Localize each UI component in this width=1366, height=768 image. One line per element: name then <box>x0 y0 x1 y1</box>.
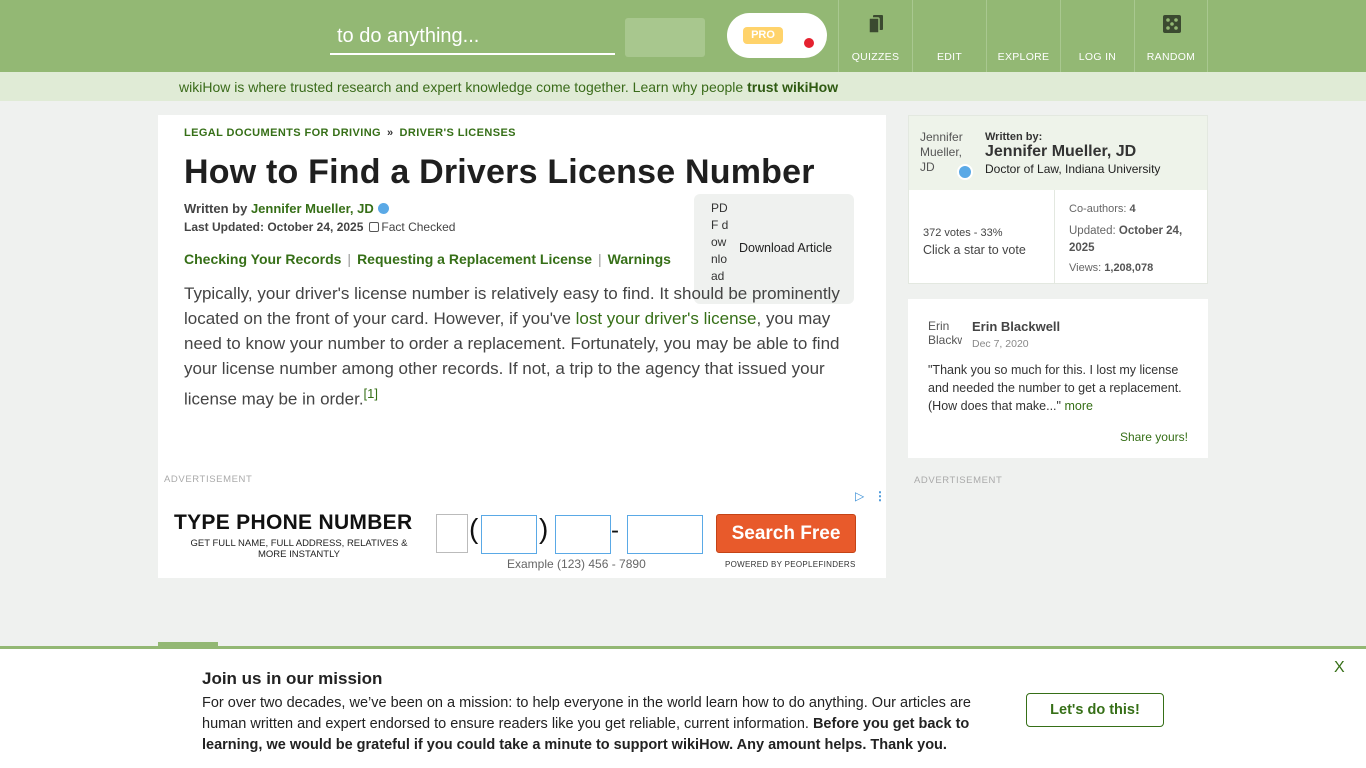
quizzes-icon <box>868 15 883 34</box>
close-banner-button[interactable]: X <box>1334 659 1345 677</box>
byline: Written by Jennifer Mueller, JD <box>184 201 389 216</box>
verified-icon <box>957 164 973 180</box>
article-card: LEGAL DOCUMENTS FOR DRIVING» DRIVER'S LIC… <box>158 115 886 578</box>
nav-label: RANDOM <box>1146 51 1196 63</box>
ad-close-paren: ) <box>539 513 549 544</box>
ad-subtext: GET FULL NAME, FULL ADDRESS, RELATIVES &… <box>190 538 408 560</box>
ad-powered-by: POWERED BY PEOPLEFINDERS <box>725 560 856 569</box>
author-name[interactable]: Jennifer Mueller, JD <box>985 143 1136 161</box>
toc-link[interactable]: Requesting a Replacement License <box>357 251 592 267</box>
author-credential: Doctor of Law, Indiana University <box>985 162 1161 176</box>
nav-label: LOG IN <box>1078 51 1117 63</box>
toc-link[interactable]: Warnings <box>608 251 671 267</box>
search-free-button[interactable]: Search Free <box>716 514 856 553</box>
vote-count: 372 votes - 33% <box>923 227 1003 239</box>
fact-checked[interactable]: Fact Checked <box>381 220 455 234</box>
verified-icon <box>377 203 389 214</box>
reference-link[interactable]: [1] <box>364 386 378 401</box>
table-of-contents: Checking Your Records | Requesting a Repla… <box>184 251 671 267</box>
review-date: Dec 7, 2020 <box>972 338 1029 350</box>
area-code-input[interactable] <box>481 515 537 554</box>
intro-paragraph: Typically, your driver's license number … <box>184 284 840 409</box>
breadcrumb: LEGAL DOCUMENTS FOR DRIVING» DRIVER'S LIC… <box>184 127 516 139</box>
download-label: Download Article <box>739 241 833 255</box>
ad-label: ADVERTISEMENT <box>914 475 1003 486</box>
mission-body: For over two decades, we’ve been on a mi… <box>202 695 971 753</box>
notification-dot <box>804 38 814 48</box>
search-input[interactable] <box>330 20 615 55</box>
ad-dash: - <box>611 517 619 544</box>
site-header: PRO QUIZZES EDIT EXPLORE LOG IN RANDOM <box>0 0 1366 72</box>
prefix-input[interactable] <box>555 515 611 554</box>
reviewer-avatar: Erin Blackwell <box>928 319 962 347</box>
author-link[interactable]: Jennifer Mueller, JD <box>251 201 374 216</box>
divider <box>1054 190 1055 284</box>
review-card: Erin Blackwell Erin Blackwell Dec 7, 202… <box>908 299 1208 458</box>
mission-banner: Join us in our mission For over two deca… <box>0 646 1366 768</box>
reviewer-name: Erin Blackwell <box>972 319 1061 334</box>
pro-toggle[interactable]: PRO <box>727 13 827 58</box>
updated-date: Updated: October 24, 2025 <box>1069 225 1183 254</box>
nav-explore[interactable]: EXPLORE <box>986 0 1060 72</box>
nav-label: EXPLORE <box>997 51 1050 63</box>
nav-quizzes[interactable]: QUIZZES <box>838 0 912 72</box>
ad-example: Example (123) 456 - 7890 <box>507 557 646 571</box>
trust-text: wikiHow is where trusted research and ex… <box>179 79 839 95</box>
adchoices-icon[interactable]: ▷ <box>855 489 864 503</box>
ad-headline: TYPE PHONE NUMBER <box>174 511 413 534</box>
view-count: Views: 1,208,078 <box>1069 262 1154 274</box>
mission-title: Join us in our mission <box>202 669 383 688</box>
ad-menu-icon[interactable]: ⋮ <box>874 489 886 503</box>
review-more-link[interactable]: more <box>1064 399 1092 413</box>
breadcrumb-item[interactable]: DRIVER'S LICENSES <box>400 127 516 139</box>
support-button[interactable]: Let's do this! <box>1026 693 1164 727</box>
dice-icon <box>1163 15 1181 33</box>
pdf-download-icon: PDF download <box>711 201 729 283</box>
nav-random[interactable]: RANDOM <box>1134 0 1208 72</box>
checkbox-icon <box>369 222 380 232</box>
breadcrumb-item[interactable]: LEGAL DOCUMENTS FOR DRIVING <box>184 127 381 139</box>
share-yours-link[interactable]: Share yours! <box>1120 430 1188 444</box>
nav-login[interactable]: LOG IN <box>1060 0 1134 72</box>
lost-license-link[interactable]: lost your driver's license <box>576 309 757 328</box>
nav-label: QUIZZES <box>851 51 900 63</box>
main-nav: QUIZZES EDIT EXPLORE LOG IN RANDOM <box>838 0 1208 72</box>
nav-label: EDIT <box>936 51 963 63</box>
page-title: How to Find a Drivers License Number <box>184 153 815 191</box>
line-number-input[interactable] <box>627 515 703 554</box>
toc-link[interactable]: Checking Your Records <box>184 251 341 267</box>
ad-image <box>436 514 468 553</box>
coauthors: Co-authors: 4 <box>1069 203 1136 215</box>
review-text: "Thank you so much for this. I lost my l… <box>928 363 1182 413</box>
pro-badge: PRO <box>743 27 783 44</box>
nav-edit[interactable]: EDIT <box>912 0 986 72</box>
author-card-header: Jennifer Mueller, JD Written by: Jennife… <box>909 116 1207 190</box>
search-button[interactable] <box>625 18 705 57</box>
ad-label: ADVERTISEMENT <box>164 474 253 485</box>
trust-link[interactable]: trust wikiHow <box>747 79 838 95</box>
written-by-label: Written by: <box>985 131 1043 143</box>
author-card: Jennifer Mueller, JD Written by: Jennife… <box>908 115 1208 284</box>
ad-open-paren: ( <box>469 513 479 544</box>
rating-prompt[interactable]: Click a star to vote <box>923 243 1026 257</box>
last-updated: Last Updated: October 24, 2025 Fact Check… <box>184 220 456 234</box>
trust-bar: wikiHow is where trusted research and ex… <box>0 72 1366 101</box>
